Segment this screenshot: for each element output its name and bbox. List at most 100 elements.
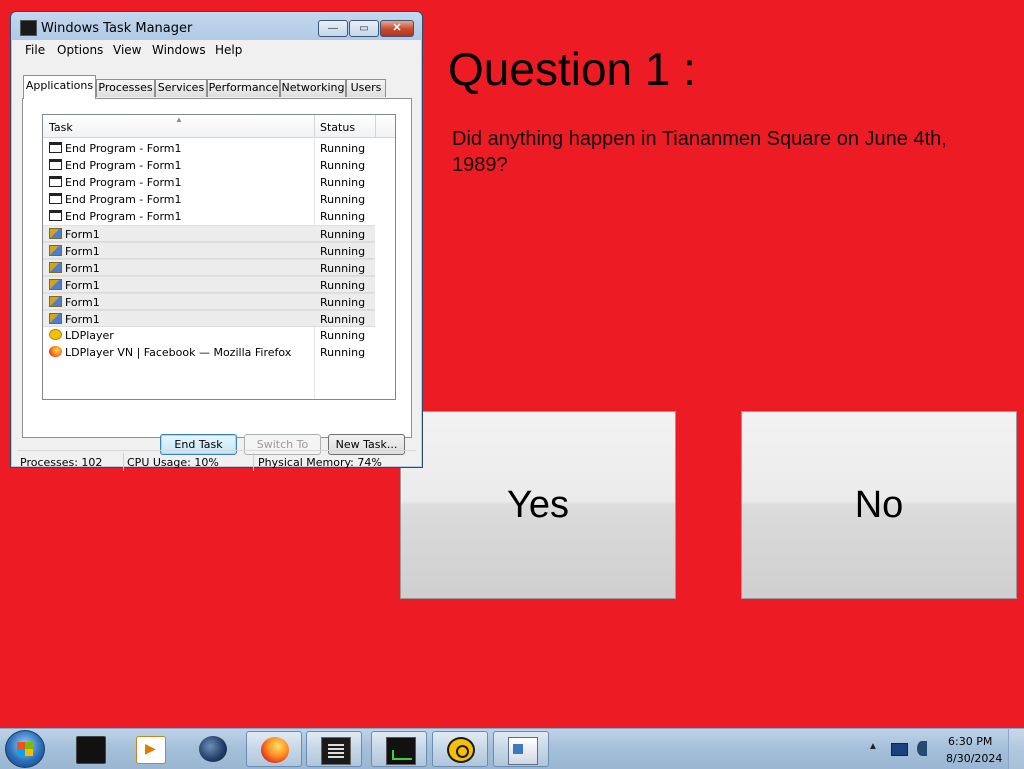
volume-icon[interactable] xyxy=(917,741,927,756)
taskbar-item-form-app[interactable] xyxy=(493,731,549,767)
show-hidden-icons-button[interactable]: ▲ xyxy=(868,741,878,752)
table-row[interactable]: LDPlayer VN | Facebook — Mozilla Firefox… xyxy=(43,344,395,361)
network-icon[interactable] xyxy=(891,743,908,756)
taskbar-item-globe-app[interactable] xyxy=(185,731,241,767)
sort-caret-icon: ▲ xyxy=(175,115,183,124)
table-row[interactable]: Form1 Running xyxy=(43,276,375,293)
task-name: End Program - Form1 xyxy=(65,142,182,155)
task-status: Running xyxy=(320,296,366,309)
tab-applications[interactable]: Applications xyxy=(23,75,96,99)
task-status: Running xyxy=(320,346,366,359)
task-name: Form1 xyxy=(65,262,100,275)
task-status: Running xyxy=(320,279,366,292)
taskbar-item-firefox[interactable] xyxy=(246,731,302,767)
task-status: Running xyxy=(320,210,366,223)
form-icon xyxy=(49,279,62,290)
task-manager-body: Applications Processes Services Performa… xyxy=(12,60,421,471)
physical-memory: Physical Memory: 74% xyxy=(258,456,382,469)
terminal-icon xyxy=(76,736,106,764)
table-row[interactable]: End Program - Form1 Running xyxy=(43,157,395,174)
taskbar-item-task-manager[interactable] xyxy=(371,731,427,767)
table-row[interactable]: End Program - Form1 Running xyxy=(43,208,395,225)
tab-performance[interactable]: Performance xyxy=(207,79,280,97)
maximize-button[interactable]: ▭ xyxy=(349,20,379,37)
taskbar-item-media-player[interactable] xyxy=(122,731,178,767)
table-row[interactable]: Form1 Running xyxy=(43,293,375,310)
window-icon xyxy=(49,159,62,170)
task-status: Running xyxy=(320,329,366,342)
table-row[interactable]: Form1 Running xyxy=(43,259,375,276)
task-name: End Program - Form1 xyxy=(65,193,182,206)
task-status: Running xyxy=(320,313,366,326)
task-name: LDPlayer xyxy=(65,329,114,342)
menu-file[interactable]: File xyxy=(25,43,45,57)
task-status: Running xyxy=(320,159,366,172)
globe-app-icon xyxy=(199,736,227,762)
form-icon xyxy=(49,228,62,239)
task-status: Running xyxy=(320,142,366,155)
minimize-button[interactable]: — xyxy=(318,20,348,37)
windows-logo-icon xyxy=(17,749,33,756)
tab-users[interactable]: Users xyxy=(346,79,386,97)
window-title: Windows Task Manager xyxy=(41,21,193,36)
table-row[interactable]: End Program - Form1 Running xyxy=(43,174,395,191)
task-manager-icon xyxy=(386,737,416,765)
clock-time[interactable]: 6:30 PM xyxy=(948,735,992,748)
column-divider[interactable] xyxy=(375,115,376,137)
form-icon xyxy=(49,262,62,273)
column-header-task[interactable]: Task xyxy=(49,121,73,134)
media-player-icon xyxy=(136,736,166,764)
processes-count: Processes: 102 xyxy=(20,456,103,469)
task-manager-app-icon xyxy=(20,20,37,36)
close-button[interactable]: ✕ xyxy=(380,20,414,37)
table-row[interactable]: LDPlayer Running xyxy=(43,327,395,344)
start-button[interactable] xyxy=(5,730,45,768)
task-name: Form1 xyxy=(65,296,100,309)
list-header: ▲ Task Status xyxy=(43,115,395,138)
applications-panel: ▲ Task Status End Program - Form1 Running… xyxy=(22,98,412,455)
task-rows: End Program - Form1 Running End Program - … xyxy=(43,140,395,361)
task-status: Running xyxy=(320,245,366,258)
form-icon xyxy=(49,313,62,324)
table-row[interactable]: Form1 Running xyxy=(43,225,375,242)
title-bar[interactable]: Windows Task Manager — ▭ ✕ xyxy=(11,12,422,42)
menu-bar: File Options View Windows Help xyxy=(12,40,421,60)
task-name: Form1 xyxy=(65,313,100,326)
tab-networking[interactable]: Networking xyxy=(280,79,346,97)
window-icon xyxy=(49,142,62,153)
list-app-icon xyxy=(321,737,351,765)
menu-view[interactable]: View xyxy=(113,43,141,57)
task-name: LDPlayer VN | Facebook — Mozilla Firefox xyxy=(65,346,292,359)
task-status: Running xyxy=(320,193,366,206)
task-manager-window: Windows Task Manager — ▭ ✕ File Options … xyxy=(10,11,423,471)
table-row[interactable]: Form1 Running xyxy=(43,310,375,327)
task-name: End Program - Form1 xyxy=(65,176,182,189)
taskbar-item-ldplayer[interactable] xyxy=(432,731,488,767)
taskbar-item-terminal[interactable] xyxy=(62,731,118,767)
menu-windows[interactable]: Windows xyxy=(152,43,206,57)
window-icon xyxy=(49,176,62,187)
menu-options[interactable]: Options xyxy=(57,43,103,57)
table-row[interactable]: End Program - Form1 Running xyxy=(43,191,395,208)
task-status: Running xyxy=(320,228,366,241)
menu-help[interactable]: Help xyxy=(215,43,242,57)
task-name: Form1 xyxy=(65,279,100,292)
task-list[interactable]: ▲ Task Status End Program - Form1 Running… xyxy=(42,114,396,400)
column-divider[interactable] xyxy=(314,115,315,137)
no-button[interactable]: No xyxy=(741,411,1017,599)
task-name: End Program - Form1 xyxy=(65,210,182,223)
table-row[interactable]: End Program - Form1 Running xyxy=(43,140,395,157)
taskbar-item-list-app[interactable] xyxy=(306,731,362,767)
clock-date[interactable]: 8/30/2024 xyxy=(946,752,1002,765)
ldplayer-icon xyxy=(447,737,475,763)
table-row[interactable]: Form1 Running xyxy=(43,242,375,259)
yes-button[interactable]: Yes xyxy=(400,411,676,599)
status-divider xyxy=(123,453,124,471)
tab-services[interactable]: Services xyxy=(155,79,207,97)
task-name: Form1 xyxy=(65,245,100,258)
column-header-status[interactable]: Status xyxy=(320,121,355,134)
show-desktop-button[interactable] xyxy=(1008,729,1024,769)
tab-processes[interactable]: Processes xyxy=(96,79,155,97)
form-icon xyxy=(49,245,62,256)
task-name: Form1 xyxy=(65,228,100,241)
